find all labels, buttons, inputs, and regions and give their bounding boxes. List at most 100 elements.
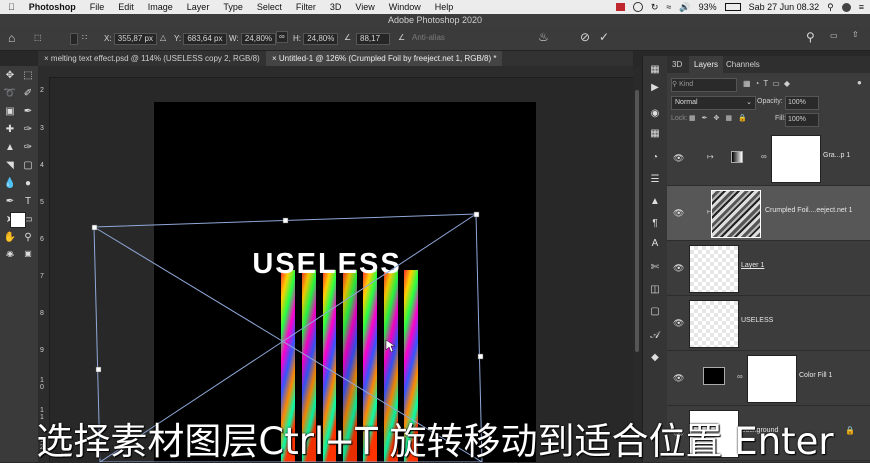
rotate-angle-input[interactable]: 88,17	[356, 33, 390, 45]
search-panel-icon[interactable]: ⚲	[806, 30, 815, 44]
tab-layers[interactable]: Layers	[689, 56, 724, 73]
actions-panel-icon[interactable]: ▶	[648, 82, 662, 94]
healing-brush-icon[interactable]: ✚	[3, 124, 17, 136]
volume-icon[interactable]: 🔊	[679, 2, 690, 13]
canvas-area[interactable]: USELESS	[50, 78, 633, 462]
visibility-eye-icon[interactable]: 👁	[673, 153, 684, 163]
layer-name[interactable]: Layer 1	[741, 262, 764, 269]
adjustments-panel-icon[interactable]: ◔	[648, 152, 662, 164]
gradient-tool-icon[interactable]: ▢	[21, 160, 35, 172]
cancel-transform-icon[interactable]: ⊘	[580, 30, 590, 44]
chain-link-icon[interactable]: ∞	[761, 152, 767, 161]
menu-app-name[interactable]: Photoshop	[29, 2, 76, 12]
visibility-eye-icon[interactable]: 👁	[673, 263, 684, 273]
layer-thumbnail[interactable]	[711, 190, 761, 238]
tab-untitled-1[interactable]: × Untitled-1 @ 126% (Crumpled Foil by fr…	[266, 51, 503, 66]
sync-icon[interactable]: ↻	[651, 2, 659, 13]
filter-toggle-icon[interactable]: ●	[857, 78, 862, 87]
libraries-panel-icon[interactable]: ☰	[648, 174, 662, 186]
foreground-color-swatch[interactable]	[10, 212, 26, 228]
height-input[interactable]: 24,80%	[303, 33, 339, 45]
tab-melting-text[interactable]: × melting text effect.psd @ 114% (USELES…	[38, 51, 266, 66]
blend-mode-select[interactable]: Normal ⌄	[671, 96, 756, 110]
marquee-tool-icon[interactable]: ⬚	[21, 70, 35, 82]
history-brush-icon[interactable]: ✑	[21, 142, 35, 154]
layer-filter-icons[interactable]: ▦◔T▭◆	[743, 79, 794, 88]
move-tool-icon[interactable]: ✥	[3, 70, 17, 82]
paragraph-panel-icon[interactable]: ¶	[648, 218, 662, 230]
styles-panel-icon[interactable]: ▲	[648, 196, 662, 208]
stamp-tool-icon[interactable]: ▲	[3, 142, 17, 154]
x-input[interactable]: 355,87 px	[113, 33, 157, 45]
y-input[interactable]: 683,64 px	[183, 33, 227, 45]
quick-mask-icon[interactable]: ◉	[3, 248, 17, 260]
layer-name[interactable]: Crumpled Foil....eeject.net 1	[765, 207, 853, 214]
kind-filter-select[interactable]: ⚲ Kind	[671, 78, 737, 92]
tab-close-icon[interactable]: ×	[44, 54, 49, 63]
menu-window[interactable]: Window	[389, 2, 421, 12]
tab-close-icon[interactable]: ×	[272, 54, 277, 63]
brushes-panel-icon[interactable]: 𝒜	[648, 330, 662, 342]
layer-row-gradient[interactable]: 👁 ↦ ∞ Gra...p 1	[667, 131, 870, 186]
zoom-tool-icon[interactable]: ⚲	[21, 232, 35, 244]
menu-help[interactable]: Help	[435, 2, 454, 12]
hand-tool-icon[interactable]: ✋	[3, 232, 17, 244]
pen-tool-icon[interactable]: ✒	[3, 196, 17, 208]
visibility-eye-icon[interactable]: 👁	[673, 373, 684, 383]
layer-mask-thumbnail[interactable]	[747, 355, 797, 403]
layer-name[interactable]: Color Fill 1	[799, 372, 832, 379]
blur-tool-icon[interactable]: 💧	[3, 178, 17, 190]
share-icon[interactable]: ⇧	[852, 30, 859, 39]
fill-input[interactable]: 100%	[785, 113, 819, 127]
history-panel-icon[interactable]: ▦	[648, 64, 662, 76]
properties-panel-icon[interactable]: ◫	[648, 284, 662, 296]
warp-mode-icon[interactable]: ♨	[538, 30, 549, 44]
screen-mode-icon[interactable]: ▣	[21, 248, 35, 260]
menu-select[interactable]: Select	[257, 2, 282, 12]
battery-icon[interactable]	[724, 3, 741, 11]
layer-name[interactable]: USELESS	[741, 317, 773, 324]
brush-tool-icon[interactable]: ✑	[21, 124, 35, 136]
menu-edit[interactable]: Edit	[118, 2, 134, 12]
lasso-tool-icon[interactable]: ➰	[3, 88, 17, 100]
eraser-tool-icon[interactable]: ◥	[3, 160, 17, 172]
character-panel-icon[interactable]: A	[648, 238, 662, 250]
clone-source-icon[interactable]: ◆	[648, 352, 662, 364]
search-icon[interactable]: ⚲	[827, 2, 834, 13]
eyedropper-tool-icon[interactable]: ✒	[21, 106, 35, 118]
layer-row-color-fill[interactable]: 👁 ∞ Color Fill 1	[667, 351, 870, 406]
color-panel-icon[interactable]: ◉	[648, 108, 662, 120]
apple-icon[interactable]: 	[8, 2, 15, 12]
type-tool-icon[interactable]: T	[21, 196, 35, 208]
canvas-artwork[interactable]: USELESS	[50, 78, 633, 462]
interpolation-icon[interactable]: ∠	[398, 33, 405, 42]
menu-type[interactable]: Type	[223, 2, 243, 12]
scrollbar-thumb[interactable]	[635, 90, 639, 352]
visibility-eye-icon[interactable]: 👁	[673, 208, 684, 218]
width-input[interactable]: 24,80%	[240, 33, 277, 45]
layer-row-layer-1[interactable]: 👁 Layer 1	[667, 241, 870, 296]
menu-3d[interactable]: 3D	[330, 2, 342, 12]
recording-icon[interactable]	[615, 3, 625, 11]
tab-3d[interactable]: 3D	[667, 56, 687, 73]
crop-tool-icon[interactable]: ▣	[3, 106, 17, 118]
transform-tool-icon[interactable]: ⬚	[34, 33, 42, 42]
menu-filter[interactable]: Filter	[296, 2, 316, 12]
lock-options-icons[interactable]: ▦✒✥▦🔒	[689, 114, 753, 122]
tab-channels[interactable]: Channels	[721, 56, 765, 73]
layer-mask-thumbnail[interactable]	[771, 135, 821, 183]
reference-grid-icon[interactable]: ∷	[82, 33, 87, 42]
visibility-eye-icon[interactable]: 👁	[673, 318, 684, 328]
menu-list-icon[interactable]: ≡	[859, 2, 864, 12]
layer-name[interactable]: Gra...p 1	[823, 152, 850, 159]
layer-thumbnail[interactable]	[689, 245, 739, 293]
dodge-tool-icon[interactable]: ●	[21, 178, 35, 190]
battery-percent[interactable]: 93%	[699, 2, 717, 12]
menu-image[interactable]: Image	[148, 2, 173, 12]
chain-link-icon[interactable]: ∞	[737, 372, 743, 381]
wifi-icon[interactable]: ≈	[666, 2, 671, 12]
reference-point-checkbox[interactable]	[70, 33, 78, 47]
commit-transform-icon[interactable]: ✓	[599, 30, 609, 44]
relative-position-icon[interactable]: △	[160, 33, 166, 42]
menu-view[interactable]: View	[355, 2, 374, 12]
